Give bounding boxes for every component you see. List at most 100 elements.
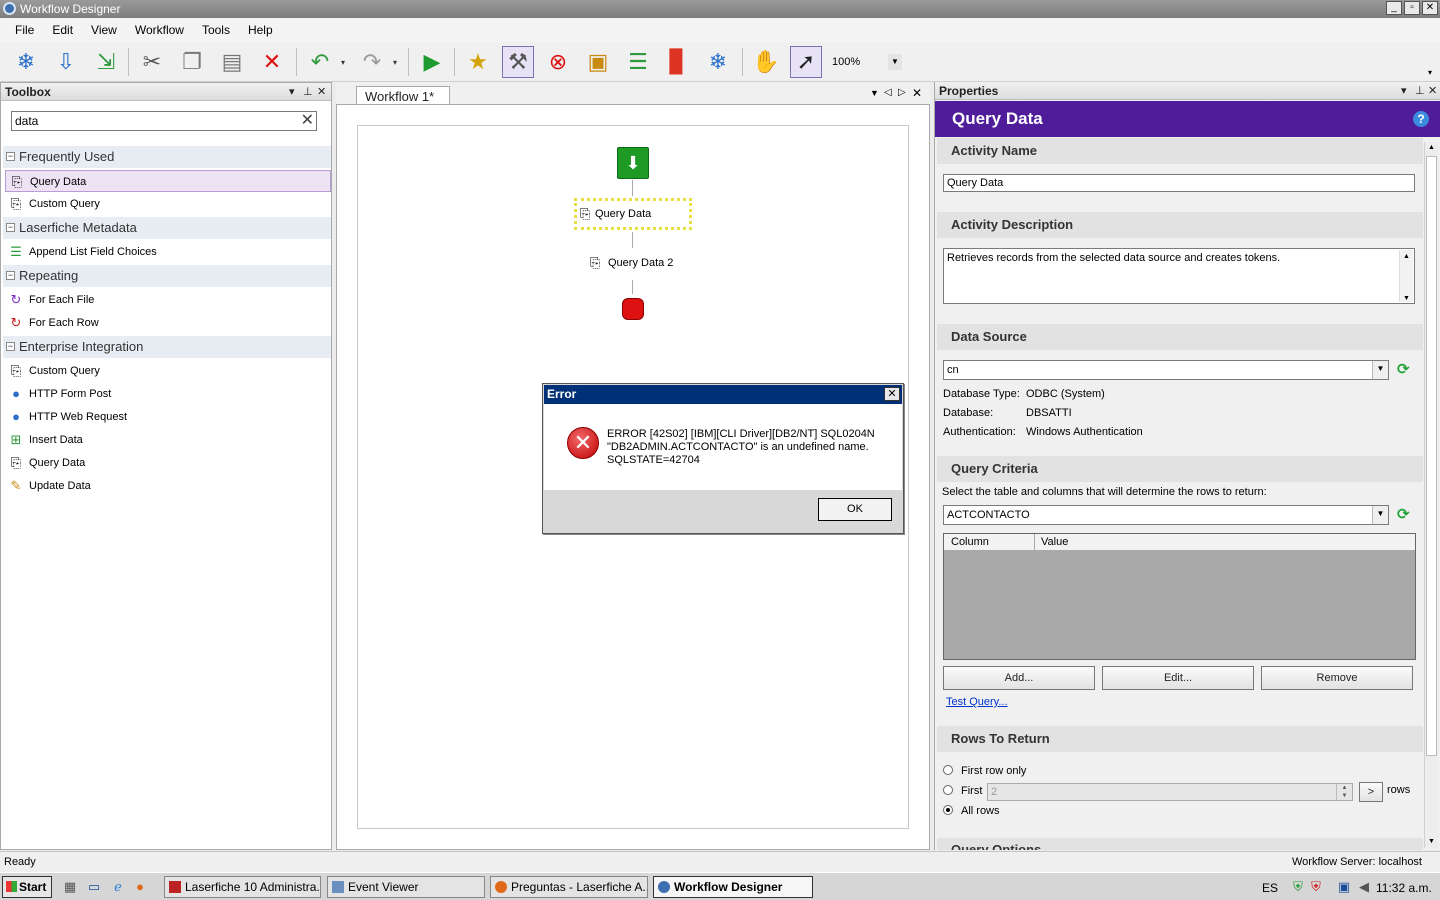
- edit-button[interactable]: Edit...: [1102, 666, 1254, 690]
- toolbox-item-custom-query-2[interactable]: ⎘ Custom Query: [5, 360, 331, 382]
- firefox-icon[interactable]: ●: [132, 879, 148, 895]
- table-select[interactable]: ACTCONTACTO ▼: [943, 505, 1389, 525]
- refresh-data-source-icon[interactable]: ⟳: [1397, 360, 1410, 378]
- activity-description-input[interactable]: Retrieves records from the selected data…: [943, 248, 1415, 304]
- menu-help[interactable]: Help: [239, 23, 282, 37]
- pane-menu-icon[interactable]: ▾: [289, 83, 295, 101]
- tab-list-icon[interactable]: ▼: [870, 88, 879, 98]
- properties-panel-icon[interactable]: ▣: [582, 46, 614, 78]
- radio-first-row-only[interactable]: [943, 765, 953, 775]
- delete-icon[interactable]: ✕: [256, 46, 288, 78]
- refresh-table-icon[interactable]: ⟳: [1397, 505, 1410, 523]
- find-icon[interactable]: ★: [462, 46, 494, 78]
- toolbox-item-for-each-file[interactable]: ↻ For Each File: [5, 289, 331, 311]
- toolbox-item-insert-data[interactable]: ⊞ Insert Data: [5, 429, 331, 451]
- grid-col-column[interactable]: Column: [951, 536, 989, 548]
- menu-view[interactable]: View: [82, 23, 126, 37]
- ok-button[interactable]: OK: [818, 498, 892, 521]
- undo-icon[interactable]: ↶: [304, 46, 336, 78]
- info-icon[interactable]: ❄: [702, 46, 734, 78]
- cut-icon[interactable]: ✂: [136, 46, 168, 78]
- section-data-source[interactable]: Data Source: [937, 324, 1423, 350]
- description-scrollbar[interactable]: ▲ ▼: [1399, 250, 1413, 302]
- pin-icon[interactable]: ⊥: [303, 83, 313, 101]
- zoom-level[interactable]: 100%: [832, 56, 860, 68]
- criteria-grid[interactable]: Column Value: [943, 533, 1416, 660]
- menu-file[interactable]: File: [6, 23, 43, 37]
- show-desktop-icon[interactable]: ▭: [86, 879, 102, 895]
- ie-icon[interactable]: ℯ: [110, 879, 126, 895]
- undo-dropdown-icon[interactable]: ▾: [336, 46, 350, 78]
- copy-icon[interactable]: ❐: [176, 46, 208, 78]
- network-tray-icon[interactable]: ▣: [1336, 879, 1352, 895]
- tab-next-icon[interactable]: ▷: [898, 87, 906, 98]
- activity-name-input[interactable]: Query Data: [943, 174, 1415, 192]
- task-event-viewer[interactable]: Event Viewer: [327, 876, 485, 898]
- first-rows-apply-button[interactable]: >: [1359, 782, 1383, 802]
- toolbox-item-http-web-request[interactable]: ● HTTP Web Request: [5, 406, 331, 428]
- toolbox-item-append-list-field-choices[interactable]: ☰ Append List Field Choices: [5, 241, 331, 263]
- properties-scrollbar[interactable]: ▲ ▼: [1424, 142, 1438, 848]
- category-frequently-used[interactable]: − Frequently Used: [3, 146, 331, 168]
- node-query-data-2[interactable]: ⎘ Query Data 2: [590, 252, 690, 274]
- category-repeating[interactable]: − Repeating: [3, 265, 331, 287]
- reports-icon[interactable]: ▊: [662, 46, 694, 78]
- pointer-icon[interactable]: ➚: [790, 46, 822, 78]
- dialog-close-button[interactable]: ✕: [884, 387, 900, 401]
- paste-icon[interactable]: ▤: [216, 46, 248, 78]
- section-activity-description[interactable]: Activity Description: [937, 212, 1423, 238]
- end-node-stop-icon[interactable]: [622, 298, 644, 320]
- data-source-select[interactable]: cn ▼: [943, 360, 1389, 380]
- tab-close-icon[interactable]: ✕: [912, 86, 922, 100]
- zoom-dropdown-icon[interactable]: ▼: [888, 54, 902, 70]
- publish-icon[interactable]: ⇲: [90, 46, 122, 78]
- language-indicator[interactable]: ES: [1262, 881, 1278, 895]
- pane-menu-icon[interactable]: ▾: [1401, 82, 1407, 100]
- toolbox-search-input[interactable]: data ✕: [11, 111, 317, 131]
- task-laserfiche-admin[interactable]: Laserfiche 10 Administra...: [164, 876, 321, 898]
- toolbox-item-query-data[interactable]: ⎘ Query Data: [5, 170, 331, 192]
- category-enterprise-integration[interactable]: − Enterprise Integration: [3, 336, 331, 358]
- tab-prev-icon[interactable]: ◁: [884, 87, 892, 98]
- section-query-criteria[interactable]: Query Criteria: [937, 456, 1423, 482]
- radio-first-n-rows[interactable]: [943, 785, 953, 795]
- stop-icon[interactable]: ⊗: [542, 46, 574, 78]
- scroll-thumb[interactable]: [1426, 156, 1437, 756]
- volume-tray-icon[interactable]: ◀: [1356, 879, 1372, 895]
- toolbox-item-update-data[interactable]: ✎ Update Data: [5, 475, 331, 497]
- checklist-icon[interactable]: ☰: [622, 46, 654, 78]
- node-query-data[interactable]: ⎘ Query Data: [574, 198, 692, 230]
- section-rows-to-return[interactable]: Rows To Return: [937, 726, 1423, 752]
- remove-button[interactable]: Remove: [1261, 666, 1413, 690]
- shield-tray-icon[interactable]: ⛨: [1308, 879, 1324, 895]
- toolbox-item-http-form-post[interactable]: ● HTTP Form Post: [5, 383, 331, 405]
- pin-icon[interactable]: ⊥: [1415, 82, 1425, 100]
- toolbox-item-for-each-row[interactable]: ↻ For Each Row: [5, 312, 331, 334]
- maximize-button[interactable]: ▫: [1404, 1, 1420, 15]
- hand-pan-icon[interactable]: ✋: [750, 46, 782, 78]
- toolbar-overflow-icon[interactable]: ▾: [1428, 68, 1432, 77]
- server-manager-icon[interactable]: ▦: [62, 879, 78, 895]
- category-laserfiche-metadata[interactable]: − Laserfiche Metadata: [3, 217, 331, 239]
- run-icon[interactable]: ▶: [416, 46, 448, 78]
- menu-workflow[interactable]: Workflow: [126, 23, 193, 37]
- security-tray-icon[interactable]: ⛨: [1290, 879, 1306, 895]
- start-button[interactable]: Start: [2, 876, 52, 898]
- close-window-button[interactable]: ✕: [1422, 1, 1438, 15]
- open-workflow-icon[interactable]: ⇩: [50, 46, 82, 78]
- clear-search-icon[interactable]: ✕: [301, 112, 314, 130]
- task-preguntas-firefox[interactable]: Preguntas - Laserfiche A...: [490, 876, 648, 898]
- help-icon[interactable]: ?: [1413, 111, 1429, 127]
- pane-close-icon[interactable]: ✕: [1428, 82, 1437, 100]
- menu-tools[interactable]: Tools: [193, 23, 239, 37]
- first-rows-stepper[interactable]: 2 ▲ ▼: [987, 783, 1353, 801]
- section-query-options[interactable]: Query Options: [937, 838, 1423, 850]
- redo-dropdown-icon[interactable]: ▾: [388, 46, 402, 78]
- menu-edit[interactable]: Edit: [43, 23, 82, 37]
- start-node-icon[interactable]: ⬇: [617, 147, 649, 179]
- test-query-link[interactable]: Test Query...: [946, 696, 1008, 708]
- tools-icon[interactable]: ⚒: [502, 46, 534, 78]
- pane-close-icon[interactable]: ✕: [317, 83, 326, 101]
- new-workflow-icon[interactable]: ❄: [10, 46, 42, 78]
- toolbox-item-query-data-2[interactable]: ⎘ Query Data: [5, 452, 331, 474]
